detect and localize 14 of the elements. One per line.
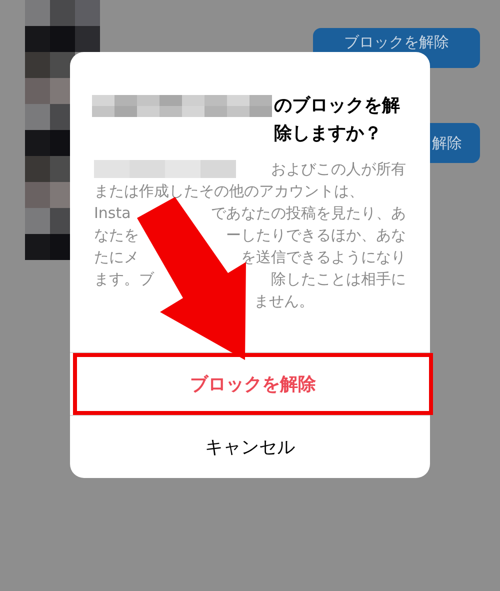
unblock-button[interactable]: ブロックを解除: [73, 353, 433, 415]
body-text: ません。: [254, 291, 314, 312]
body-text: Insta: [94, 203, 131, 224]
cancel-button[interactable]: キャンセル: [70, 416, 430, 478]
dialog-title: のブロックを解除しますか？: [274, 94, 401, 146]
body-text: 除したことは相手に: [271, 269, 406, 290]
body-text: たにメ: [94, 247, 139, 268]
body-text: ます。ブ: [94, 269, 154, 290]
body-text: または作成したその他のアカウントは、: [94, 181, 364, 202]
body-text: およびこの人が所有: [271, 159, 406, 180]
body-text: を送信できるようになり: [241, 247, 406, 268]
body-text: であなたの投稿を見たり、あ: [211, 203, 406, 224]
body-text: ーしたりできるほか、あな: [226, 225, 406, 246]
body-text: なたを: [94, 225, 139, 246]
